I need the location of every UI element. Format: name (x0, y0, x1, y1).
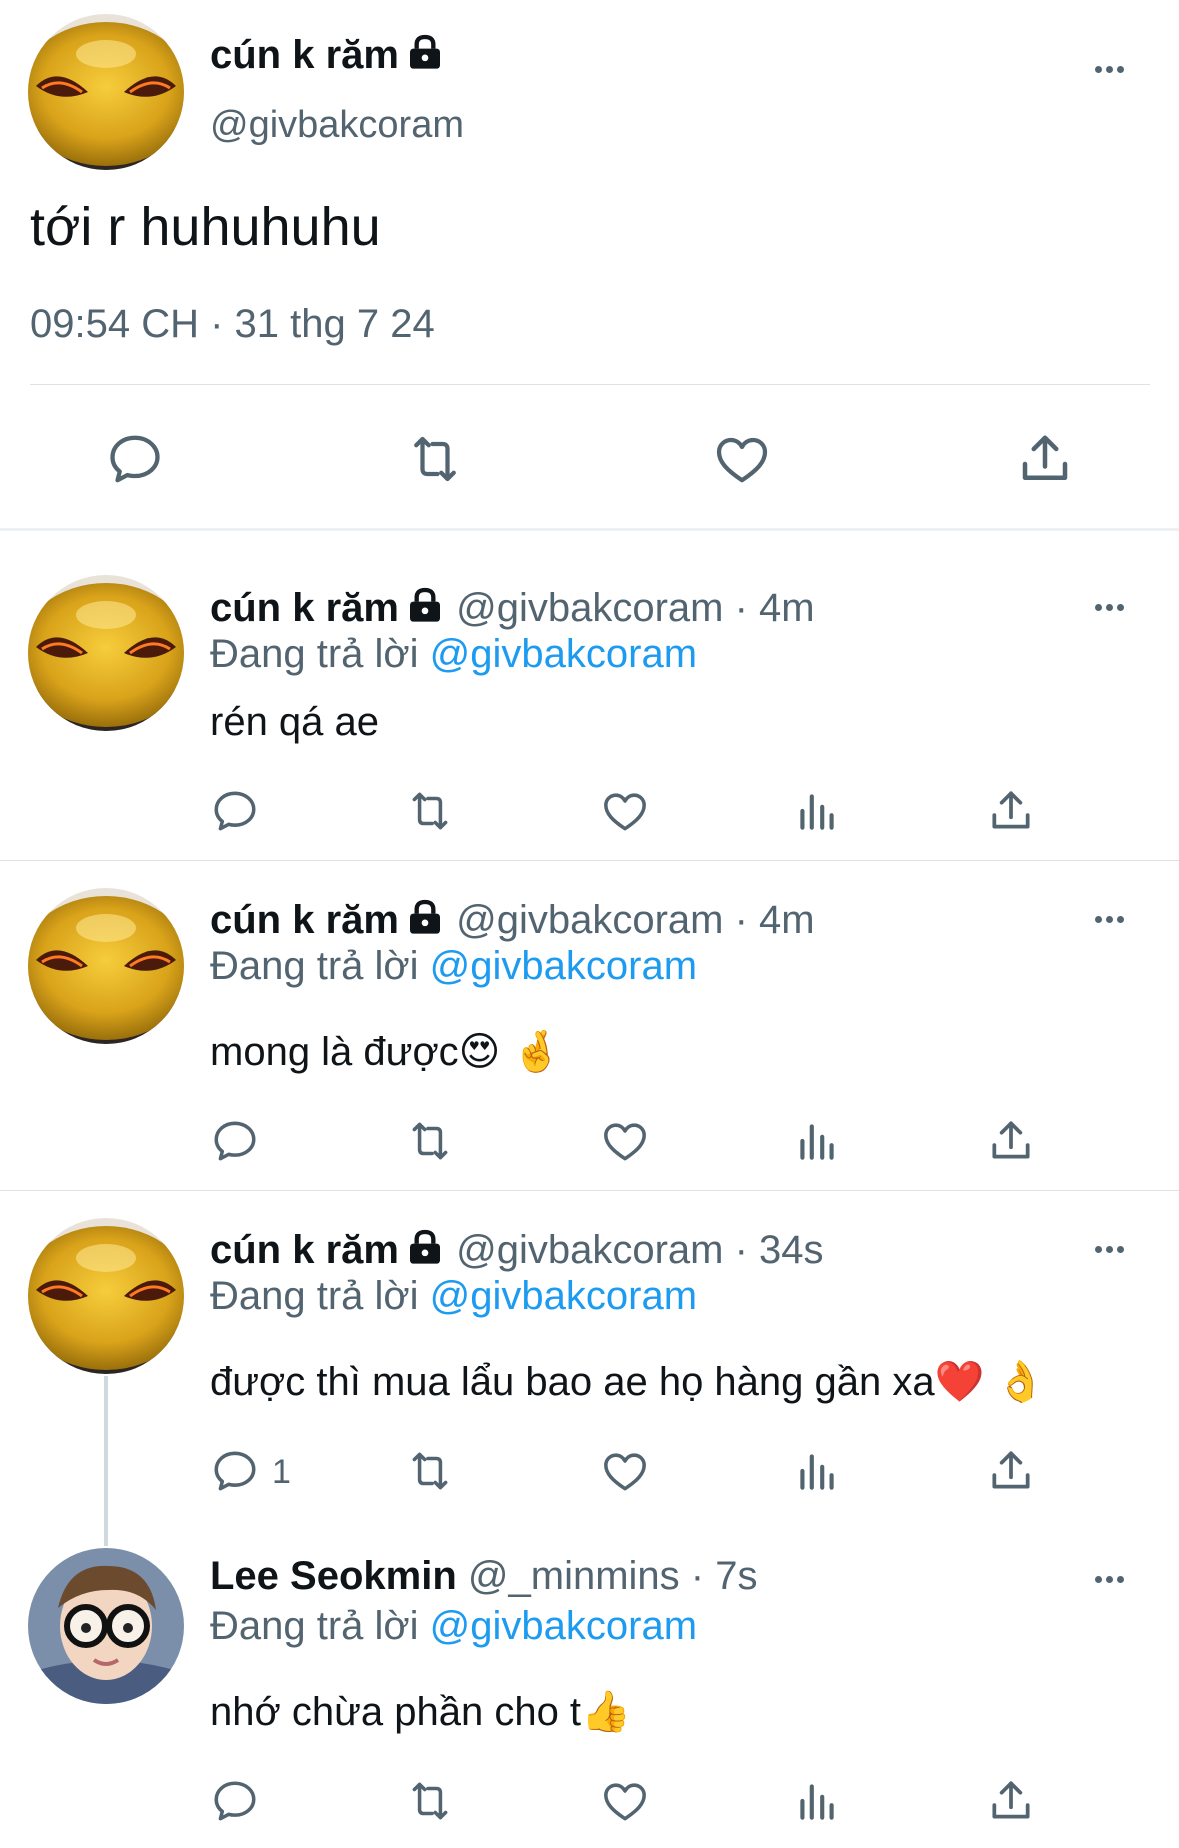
header-row: cún k răm @givbakcoram · 4m (210, 897, 815, 943)
reply-text: nhớ chừa phần cho t👍 (210, 1690, 631, 1734)
retweet-icon[interactable] (405, 1446, 455, 1496)
display-name[interactable]: cún k răm (210, 33, 399, 77)
divider (0, 1190, 1179, 1191)
lock-icon (405, 1227, 445, 1267)
divider (30, 384, 1150, 385)
avatar[interactable] (28, 14, 184, 170)
reply-icon[interactable] (210, 1116, 260, 1166)
retweet-icon[interactable] (405, 1776, 455, 1826)
handle[interactable]: @givbakcoram (456, 586, 723, 630)
lock-icon (405, 585, 445, 625)
lock-icon (405, 897, 445, 937)
reply-icon[interactable] (210, 786, 260, 836)
time: · 4m (734, 898, 815, 942)
replying-to: Đang trả lời @givbakcoram (210, 632, 697, 677)
like-icon[interactable] (712, 429, 772, 489)
like-icon[interactable] (600, 1116, 650, 1166)
share-icon[interactable] (986, 1446, 1036, 1496)
handle[interactable]: @givbakcoram (456, 898, 723, 942)
display-name[interactable]: cún k răm (210, 1228, 399, 1272)
replying-label: Đang trả lời (210, 1274, 419, 1318)
replying-to: Đang trả lời @givbakcoram (210, 1604, 697, 1649)
more-options-icon[interactable] (1095, 1240, 1135, 1254)
display-name[interactable]: cún k răm (210, 586, 399, 630)
reply-text: được thì mua lẩu bao ae họ hàng gần xa❤️… (210, 1360, 1046, 1404)
reply-icon[interactable] (210, 1446, 260, 1496)
replying-to-link[interactable]: @givbakcoram (430, 1604, 697, 1648)
replying-label: Đang trả lời (210, 944, 419, 988)
share-icon[interactable] (986, 1776, 1036, 1826)
tweet-text: tới r huhuhuhu (30, 197, 381, 257)
replying-to: Đang trả lời @givbakcoram (210, 1274, 697, 1319)
avatar[interactable] (28, 575, 184, 731)
like-icon[interactable] (600, 1776, 650, 1826)
views-icon[interactable] (792, 1776, 842, 1826)
views-icon[interactable] (792, 786, 842, 836)
replying-label: Đang trả lời (210, 632, 419, 676)
share-icon[interactable] (986, 1116, 1036, 1166)
time: · 34s (734, 1228, 824, 1272)
share-icon[interactable] (986, 786, 1036, 836)
handle[interactable]: @givbakcoram (210, 104, 464, 147)
more-options-icon[interactable] (1095, 1570, 1135, 1584)
share-icon[interactable] (1015, 429, 1075, 489)
header-row: Lee Seokmin @_minmins · 7s (210, 1554, 757, 1599)
header-row: cún k răm @givbakcoram · 34s (210, 1227, 824, 1273)
lock-icon (405, 32, 445, 72)
reply-icon[interactable] (210, 1776, 260, 1826)
views-icon[interactable] (792, 1116, 842, 1166)
like-icon[interactable] (600, 1446, 650, 1496)
handle[interactable]: @givbakcoram (456, 1228, 723, 1272)
timestamp[interactable]: 09:54 CH · 31 thg 7 24 (30, 302, 435, 347)
display-name[interactable]: cún k răm (210, 898, 399, 942)
reply-icon[interactable] (105, 429, 165, 489)
avatar[interactable] (28, 1548, 184, 1704)
replying-to-link[interactable]: @givbakcoram (430, 944, 697, 988)
reply-text: mong là được😍 🤞 (210, 1030, 562, 1074)
reply-count: 1 (272, 1453, 291, 1491)
like-icon[interactable] (600, 786, 650, 836)
divider (0, 528, 1179, 531)
reply-text: rén qá ae (210, 700, 380, 744)
more-options-icon[interactable] (1095, 910, 1135, 924)
avatar[interactable] (28, 888, 184, 1044)
display-name-row: cún k răm (210, 32, 445, 78)
replying-to-link[interactable]: @givbakcoram (430, 632, 697, 676)
header-row: cún k răm @givbakcoram · 4m (210, 585, 815, 631)
views-icon[interactable] (792, 1446, 842, 1496)
time: · 7s (690, 1554, 758, 1598)
retweet-icon[interactable] (405, 786, 455, 836)
retweet-icon[interactable] (405, 1116, 455, 1166)
replying-to-link[interactable]: @givbakcoram (430, 1274, 697, 1318)
retweet-icon[interactable] (405, 429, 465, 489)
more-options-icon[interactable] (1095, 598, 1135, 612)
replying-label: Đang trả lời (210, 1604, 419, 1648)
display-name[interactable]: Lee Seokmin (210, 1554, 457, 1598)
time: · 4m (734, 586, 815, 630)
more-options-icon[interactable] (1095, 60, 1135, 74)
avatar[interactable] (28, 1218, 184, 1374)
thread-line (104, 1376, 108, 1546)
handle[interactable]: @_minmins (468, 1554, 680, 1598)
divider (0, 860, 1179, 861)
replying-to: Đang trả lời @givbakcoram (210, 944, 697, 989)
